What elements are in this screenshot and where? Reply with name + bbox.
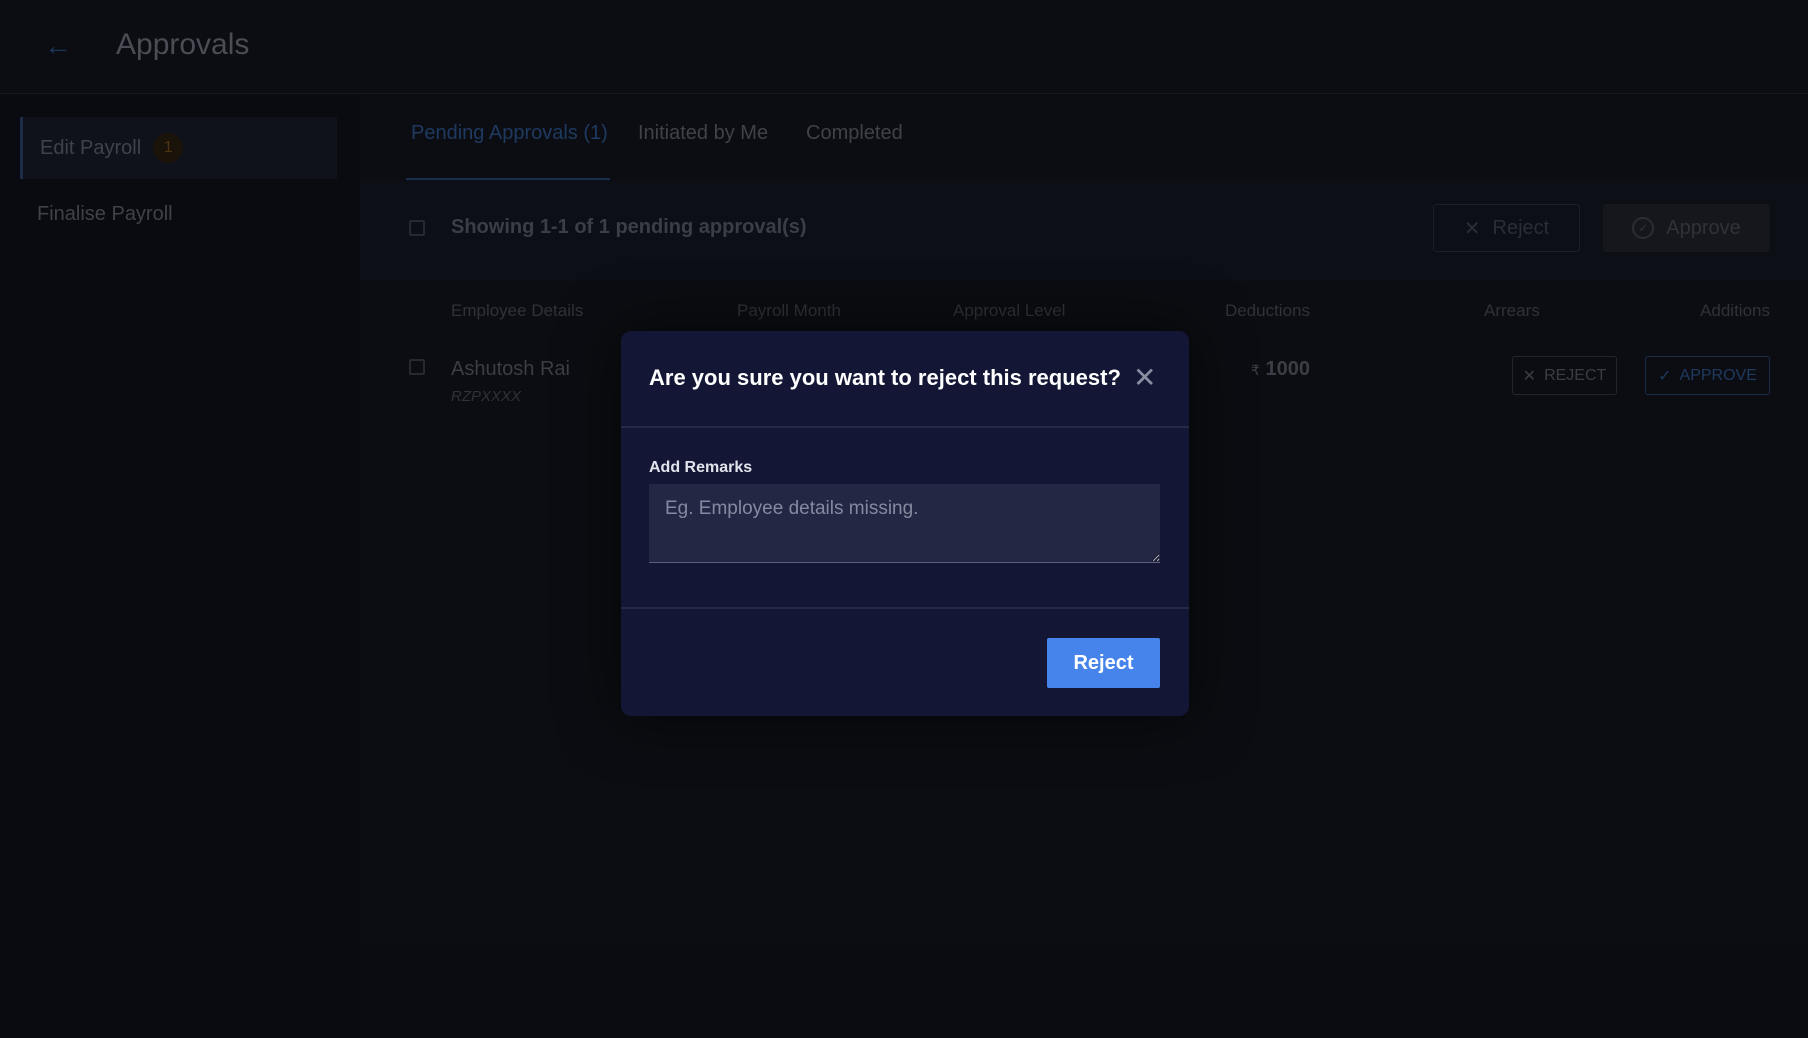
- row-approve-button[interactable]: ✓ APPROVE: [1645, 356, 1770, 395]
- column-header: Arrears: [1484, 301, 1540, 320]
- close-icon: ✕: [1522, 367, 1537, 385]
- sidebar-item-label: Finalise Payroll: [37, 202, 173, 225]
- divider: [621, 607, 1189, 609]
- reject-confirmation-modal: Are you sure you want to reject this req…: [621, 331, 1189, 716]
- button-label: REJECT: [1544, 366, 1607, 384]
- tab-pending-approvals[interactable]: Pending Approvals (1): [411, 122, 608, 145]
- column-header: Approval Level: [953, 301, 1066, 320]
- button-label: APPROVE: [1679, 366, 1757, 384]
- back-arrow-icon[interactable]: ←: [44, 30, 72, 62]
- page-title: Approvals: [116, 28, 250, 61]
- rupee-icon: ₹: [1251, 362, 1260, 378]
- bulk-approve-button[interactable]: ✓ Approve: [1603, 204, 1770, 252]
- remarks-label: Add Remarks: [649, 459, 753, 476]
- select-all-checkbox[interactable]: [409, 220, 425, 236]
- check-circle-icon: ✓: [1632, 217, 1655, 239]
- employee-name: Ashutosh Rai: [451, 358, 570, 380]
- row-reject-button[interactable]: ✕ REJECT: [1512, 356, 1617, 395]
- sidebar-item-finalise-payroll[interactable]: Finalise Payroll: [20, 183, 337, 245]
- deductions-value: 1000: [1265, 358, 1311, 380]
- tab-initiated-by-me[interactable]: Initiated by Me: [638, 122, 768, 145]
- tab-completed[interactable]: Completed: [806, 122, 903, 145]
- sidebar-item-label: Edit Payroll: [40, 136, 142, 159]
- count-badge: 1: [153, 133, 184, 163]
- close-icon[interactable]: ✕: [1133, 361, 1156, 394]
- modal-title: Are you sure you want to reject this req…: [649, 365, 1121, 390]
- column-header: Payroll Month: [737, 301, 841, 320]
- close-icon: ✕: [1463, 217, 1481, 240]
- divider: [621, 426, 1189, 428]
- column-header: Deductions: [1224, 301, 1310, 320]
- button-label: Reject: [1492, 216, 1550, 239]
- button-label: Approve: [1666, 216, 1741, 239]
- check-icon: ✓: [1658, 367, 1672, 385]
- bulk-reject-button[interactable]: ✕ Reject: [1433, 204, 1580, 252]
- column-header: Additions: [1700, 301, 1770, 320]
- column-header: Employee Details: [451, 301, 584, 320]
- employee-id: RZPXXXX: [451, 388, 522, 405]
- remarks-textarea[interactable]: [649, 484, 1160, 563]
- confirm-reject-button[interactable]: Reject: [1047, 638, 1160, 688]
- row-checkbox[interactable]: [409, 359, 425, 375]
- header: [0, 0, 1808, 94]
- sidebar: Edit Payroll 1 Finalise Payroll: [0, 95, 358, 1038]
- showing-count: Showing 1-1 of 1 pending approval(s): [451, 216, 807, 238]
- sidebar-item-edit-payroll[interactable]: Edit Payroll 1: [20, 117, 337, 179]
